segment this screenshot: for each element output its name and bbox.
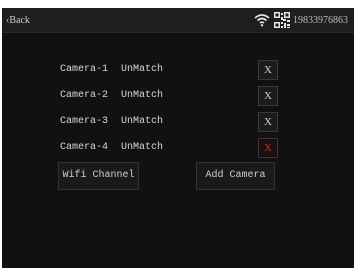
camera-name: Camera-4 (60, 142, 109, 153)
camera-status: UnMatch (121, 90, 164, 101)
wifi-channel-button[interactable]: Wifi Channel (58, 162, 139, 190)
remove-camera-1-button[interactable]: X (258, 60, 278, 80)
back-button[interactable]: ‹Back (6, 13, 30, 28)
remove-camera-3-button[interactable]: X (258, 112, 278, 132)
add-camera-button[interactable]: Add Camera (196, 162, 275, 190)
remove-camera-4-button[interactable]: X (258, 138, 278, 158)
camera-row-2: Camera-2 UnMatch X (2, 86, 354, 106)
qr-code-icon[interactable] (274, 12, 290, 28)
camera-row-3: Camera-3 UnMatch X (2, 112, 354, 132)
camera-settings-screen: ‹Back 19833976863 Camera-1 UnMatch X Cam… (2, 8, 354, 268)
camera-status: UnMatch (121, 116, 164, 127)
top-bar: ‹Back 19833976863 (2, 8, 354, 33)
remove-camera-2-button[interactable]: X (258, 86, 278, 106)
camera-name: Camera-3 (60, 116, 109, 127)
camera-row-4: Camera-4 UnMatch X (2, 138, 354, 158)
device-id: 19833976863 (293, 15, 348, 26)
wifi-icon (254, 14, 270, 27)
back-label: Back (9, 15, 30, 26)
camera-name: Camera-2 (60, 90, 109, 101)
camera-name: Camera-1 (60, 64, 109, 75)
camera-row-1: Camera-1 UnMatch X (2, 60, 354, 80)
camera-status: UnMatch (121, 64, 164, 75)
camera-status: UnMatch (121, 142, 164, 153)
